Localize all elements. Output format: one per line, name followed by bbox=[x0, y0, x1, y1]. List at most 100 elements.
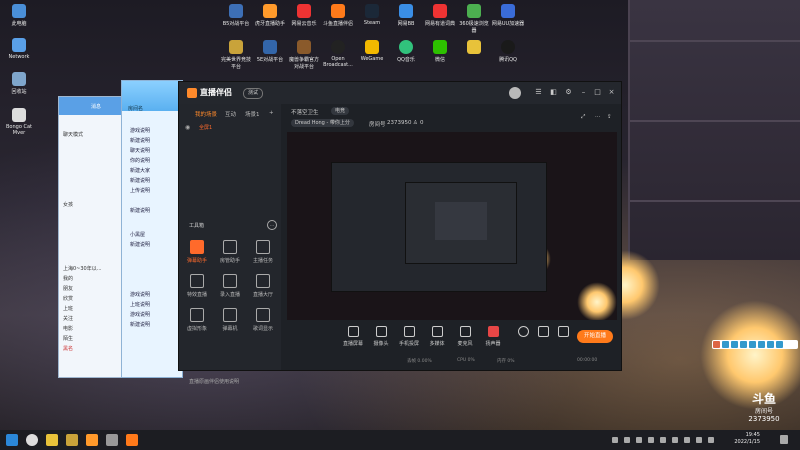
tool-danmaku-machine[interactable]: 弹幕机 bbox=[216, 308, 244, 332]
usage-notice[interactable]: 直播原画伴侣使用说明 bbox=[189, 378, 239, 385]
room-row[interactable]: 新建说明 bbox=[130, 137, 150, 144]
room-row[interactable]: 游戏说明 bbox=[130, 291, 150, 298]
tool-task[interactable]: 主播任务 bbox=[249, 240, 277, 264]
search-icon[interactable] bbox=[26, 434, 38, 446]
desktop-icon-network[interactable]: Network bbox=[2, 38, 36, 60]
ime-icon[interactable] bbox=[776, 341, 783, 348]
tray-icon[interactable] bbox=[636, 437, 642, 443]
preview-canvas[interactable] bbox=[287, 132, 617, 320]
streamer-name[interactable]: Dread Hong - 带你上分 bbox=[291, 119, 354, 127]
tool-lyrics[interactable]: 歌词显示 bbox=[249, 308, 277, 332]
tab-interact[interactable]: 互动 bbox=[225, 110, 236, 118]
room-row[interactable]: 游戏说明 bbox=[130, 311, 150, 318]
ime-icon[interactable] bbox=[749, 341, 756, 348]
desktop-icon-recycle[interactable]: 回收站 bbox=[2, 72, 36, 95]
ime-icon[interactable] bbox=[767, 341, 774, 348]
group-item[interactable]: 朋友 bbox=[63, 285, 73, 292]
room-row[interactable]: 游戏说明 bbox=[130, 127, 150, 134]
taskbar-app-icon[interactable] bbox=[86, 434, 98, 446]
chat-window-room[interactable]: 房间名 游戏说明 新建说明 聊天说明 你的说明 新建大家 新建说明 上传说明 新… bbox=[121, 80, 183, 378]
share-icon[interactable]: ⇪ bbox=[607, 114, 612, 120]
menu-icon[interactable]: ☰ bbox=[534, 88, 543, 97]
group-item[interactable]: 陌生 bbox=[63, 335, 73, 342]
tray-icon[interactable] bbox=[696, 437, 702, 443]
source-camera[interactable]: 摄像头 bbox=[369, 326, 393, 347]
tool-effect[interactable]: 特效直播 bbox=[183, 274, 211, 298]
tray-icon[interactable] bbox=[684, 437, 690, 443]
desktop-icon-top-2[interactable]: 虎牙直播助手 bbox=[253, 4, 287, 27]
room-row[interactable]: 上传说明 bbox=[130, 187, 150, 194]
source-media[interactable]: 多媒体 bbox=[425, 326, 449, 347]
avatar[interactable] bbox=[509, 87, 521, 99]
close-icon[interactable]: × bbox=[607, 88, 616, 97]
tab-scene1[interactable]: 场景1 bbox=[245, 110, 260, 118]
desktop-icon-row2-3[interactable]: 魔兽争霸官方对战平台 bbox=[287, 40, 321, 70]
group-item[interactable]: 欣赏 bbox=[63, 295, 73, 302]
tool-record[interactable]: 录入直播 bbox=[216, 274, 244, 298]
more-tools-icon[interactable]: … bbox=[267, 220, 277, 230]
room-row[interactable]: 新建说明 bbox=[130, 207, 150, 214]
desktop-icon-row2-7[interactable]: 微信 bbox=[423, 40, 457, 63]
stream-title[interactable]: 不落空卫生 bbox=[291, 108, 319, 116]
tray-icon[interactable] bbox=[648, 437, 654, 443]
maximize-icon[interactable]: □ bbox=[593, 88, 602, 97]
desktop-icon-row2-8[interactable] bbox=[457, 40, 491, 56]
tray-icon[interactable] bbox=[612, 437, 618, 443]
tool-hall[interactable]: 直播大厅 bbox=[249, 274, 277, 298]
ime-toolbar[interactable] bbox=[712, 340, 798, 349]
desktop-icon-top-1[interactable]: B5对战平台 bbox=[219, 4, 253, 27]
speaker-toggle[interactable]: 扬声器 bbox=[481, 326, 505, 347]
desktop-icon-row2-5[interactable]: WeGame bbox=[355, 40, 389, 62]
tab-my-scene[interactable]: 我的场景 bbox=[195, 110, 217, 118]
version-badge[interactable]: 测试 bbox=[243, 88, 264, 99]
desktop-icon-top-5[interactable]: Steam bbox=[355, 4, 389, 26]
tray-icon[interactable] bbox=[672, 437, 678, 443]
ime-icon[interactable] bbox=[713, 341, 720, 348]
group-item[interactable]: 黑名 bbox=[63, 345, 73, 352]
eye-icon[interactable]: ◉ bbox=[185, 124, 190, 131]
room-row[interactable]: 新建说明 bbox=[130, 177, 150, 184]
taskbar-app-icon[interactable] bbox=[46, 434, 58, 446]
minimize-icon[interactable]: – bbox=[579, 88, 588, 97]
group-item[interactable]: 电影 bbox=[63, 325, 73, 332]
tool-danmaku[interactable]: 弹幕助手 bbox=[183, 240, 211, 264]
notification-icon[interactable] bbox=[780, 435, 788, 444]
room-row[interactable]: 新建大家 bbox=[130, 167, 150, 174]
tool-avatar[interactable]: 虚拟形象 bbox=[183, 308, 211, 332]
room-row[interactable]: 你的说明 bbox=[130, 157, 150, 164]
desktop-icon-top-3[interactable]: 网易云音乐 bbox=[287, 4, 321, 27]
ime-icon[interactable] bbox=[740, 341, 747, 348]
category-tag[interactable]: 电竞 bbox=[331, 107, 350, 115]
room-row[interactable]: 新建说明 bbox=[130, 241, 150, 248]
group-item[interactable]: 关注 bbox=[63, 315, 73, 322]
start-live-button[interactable]: 开始直播 bbox=[577, 330, 613, 343]
tool-manager[interactable]: 房管助手 bbox=[216, 240, 244, 264]
chat-window-main[interactable]: 消息 聊天模式 女孩 上海0~30年以... 我的 朋友 欣赏 上班 关注 电影… bbox=[58, 96, 130, 378]
room-row[interactable]: 聊天说明 bbox=[130, 147, 150, 154]
mic-toggle[interactable]: 麦克风 bbox=[453, 326, 477, 347]
desktop-icon-top-8[interactable]: 360极速浏览器 bbox=[457, 4, 491, 34]
taskbar-app-icon[interactable] bbox=[106, 434, 118, 446]
room-row[interactable]: 新建说明 bbox=[130, 321, 150, 328]
skin-icon[interactable]: ◧ bbox=[549, 88, 558, 97]
desktop-icon-bongo-cat[interactable]: Bongo Cat Mver bbox=[2, 108, 36, 136]
room-row[interactable]: 上班说明 bbox=[130, 301, 150, 308]
desktop-icon-top-6[interactable]: 网易BB bbox=[389, 4, 423, 27]
desktop-icon-row2-1[interactable]: 完美世界竞技平台 bbox=[219, 40, 253, 70]
more-icon[interactable]: ⋯ bbox=[595, 114, 601, 120]
desktop-icon-computer[interactable]: 此电脑 bbox=[2, 4, 36, 27]
group-item[interactable]: 上班 bbox=[63, 305, 73, 312]
tray-icon[interactable] bbox=[624, 437, 630, 443]
taskbar-clock[interactable]: 19:45 2022/1/15 bbox=[734, 432, 760, 446]
desktop-icon-top-7[interactable]: 网易有道词典 bbox=[423, 4, 457, 27]
ime-icon[interactable] bbox=[758, 341, 765, 348]
desktop-icon-row2-2[interactable]: 5E对战平台 bbox=[253, 40, 287, 63]
live-companion-window[interactable]: 直播伴侣 测试 ☰ ◧ ⚙ – □ × 我的场景 互动 场景1 + 全屏1 ◉ … bbox=[178, 81, 622, 385]
add-scene-button[interactable]: + bbox=[269, 110, 274, 116]
group-item[interactable]: 我的 bbox=[63, 275, 73, 282]
windows-start-icon[interactable] bbox=[6, 434, 18, 446]
settings-icon[interactable]: ⚙ bbox=[564, 88, 573, 97]
group-item[interactable]: 上海0~30年以... bbox=[63, 265, 102, 272]
desktop-icon-row2-4[interactable]: Open Broadcast... bbox=[321, 40, 355, 68]
live-settings-button[interactable] bbox=[551, 326, 575, 340]
